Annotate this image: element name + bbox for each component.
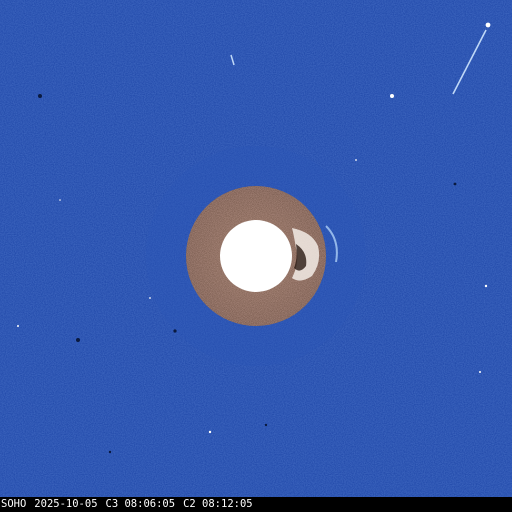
- coronagraph-image: [0, 0, 512, 497]
- occulting-disk: [220, 220, 292, 292]
- c3-time-label: C3 08:06:05: [105, 498, 176, 510]
- date-label: 2025-10-05: [34, 498, 98, 510]
- caption-bar: SOHO 2025-10-05 C3 08:06:05 C2 08:12:05: [0, 497, 512, 512]
- coronagraph-svg: [0, 0, 512, 497]
- caption: SOHO 2025-10-05 C3 08:06:05 C2 08:12:05: [1, 498, 261, 511]
- c2-time-label: C2 08:12:05: [183, 498, 253, 510]
- instrument-label: SOHO: [1, 498, 27, 510]
- comet-head: [485, 22, 491, 28]
